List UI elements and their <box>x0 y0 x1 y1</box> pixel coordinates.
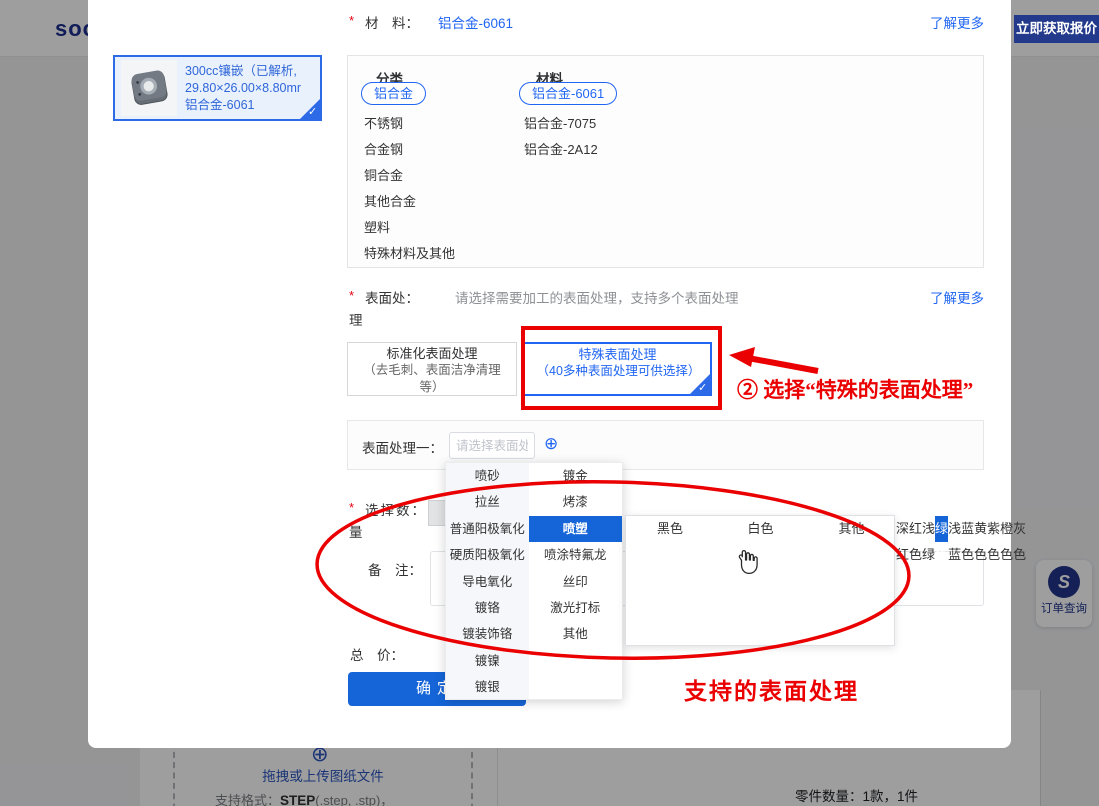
special-surface-subtitle: （40多种表面处理可供选择） <box>537 363 699 380</box>
material-picker-panel: 分类 材料 铝合金 不锈钢 合金钢 铜合金 其他合金 塑料 特殊材料及其他 铝合… <box>347 55 984 268</box>
color-option[interactable]: 白色 <box>714 516 807 542</box>
color-option[interactable]: 深红 <box>896 516 909 542</box>
color-option[interactable]: 红色 <box>909 516 922 542</box>
special-surface-title: 特殊表面处理 <box>525 346 710 363</box>
treatment-option[interactable]: 普通阳极氧化 <box>446 516 529 542</box>
remark-label: 备 注： <box>368 559 422 579</box>
color-option[interactable]: 浅绿 <box>922 516 935 542</box>
surface-label-line1: 表面处： <box>365 287 419 307</box>
treatment-option[interactable]: 镀银 <box>446 674 529 700</box>
part-info: 300cc镶嵌（已解析, 29.80×26.00×8.80mr 铝合金-6061 <box>185 63 301 114</box>
part-dimensions: 29.80×26.00×8.80mr <box>185 80 301 97</box>
category-option[interactable]: 塑料 <box>364 217 390 236</box>
category-option[interactable]: 铜合金 <box>364 165 403 184</box>
part-config-modal: 300cc镶嵌（已解析, 29.80×26.00×8.80mr 铝合金-6061… <box>88 0 1011 748</box>
color-option[interactable]: 其他 <box>807 516 896 542</box>
total-price-label: 总 价： <box>350 644 404 664</box>
treatment-option[interactable]: 硬质阳极氧化 <box>446 542 529 568</box>
quantity-label-line1: 选择数： <box>365 499 427 519</box>
treatment-option[interactable]: 镀装饰铬 <box>446 621 529 647</box>
material-learn-more-link[interactable]: 了解更多 <box>930 12 984 32</box>
treatment-option[interactable]: 导电氧化 <box>446 569 529 595</box>
material-option[interactable]: 铝合金-7075 <box>524 113 596 132</box>
special-surface-card[interactable]: 特殊表面处理 （40多种表面处理可供选择） ✓ <box>523 342 712 396</box>
color-option[interactable]: 黄色 <box>974 516 987 542</box>
treatment-option[interactable]: 其他 <box>529 621 622 647</box>
treatment-option[interactable]: 镀镍 <box>446 648 529 674</box>
part-material: 铝合金-6061 <box>185 97 301 114</box>
required-asterisk: * <box>349 500 354 515</box>
treatment-dropdown: 喷砂 拉丝 普通阳极氧化 硬质阳极氧化 导电氧化 镀铬 镀装饰铬 镀镍 镀银 镀… <box>445 462 623 700</box>
color-option[interactable]: 紫色 <box>987 516 1000 542</box>
surface-label-line2: 理 <box>349 309 363 329</box>
screen: soo ⊕ 拖拽或上传图纸文件 支持格式：STEP(.step, .stp)， … <box>0 0 1099 806</box>
color-option[interactable]: 黑色 <box>626 516 714 542</box>
material-option-selected[interactable]: 铝合金-6061 <box>519 82 617 105</box>
mouse-cursor-icon <box>735 548 761 579</box>
color-picker-panel: 黑色 白色 其他 深红 红色 浅绿 绿色 浅蓝 蓝色 黄色 紫色 橙色 灰色 <box>625 515 895 646</box>
get-quote-button[interactable]: 立即获取报价 <box>1014 15 1099 43</box>
add-treatment-icon[interactable]: ⊕ <box>544 434 558 454</box>
treatment-option[interactable]: 拉丝 <box>446 489 529 515</box>
selected-check-icon: ✓ <box>299 98 321 120</box>
selected-check-icon: ✓ <box>689 373 711 395</box>
color-option[interactable]: 蓝色 <box>961 516 974 542</box>
required-asterisk: * <box>349 288 354 303</box>
color-option[interactable]: 浅蓝 <box>948 516 961 542</box>
part-card[interactable]: 300cc镶嵌（已解析, 29.80×26.00×8.80mr 铝合金-6061… <box>113 55 322 121</box>
treatment-option[interactable]: 烤漆 <box>529 489 622 515</box>
treatment-option[interactable]: 镀金 <box>529 463 622 489</box>
category-option[interactable]: 合金钢 <box>364 139 403 158</box>
treatment-option[interactable]: 镀铬 <box>446 595 529 621</box>
color-option[interactable]: 橙色 <box>1000 516 1013 542</box>
category-option[interactable]: 不锈钢 <box>364 113 403 132</box>
color-option-selected[interactable]: 绿色 <box>935 516 948 542</box>
surface-learn-more-link[interactable]: 了解更多 <box>930 287 984 307</box>
treatment-option[interactable]: 喷涂特氟龙 <box>529 542 622 568</box>
quantity-label-line2: 量 <box>349 521 363 541</box>
standard-surface-subtitle: （去毛刺、表面洁净清理等） <box>356 362 508 396</box>
category-option[interactable]: 其他合金 <box>364 191 416 210</box>
standard-surface-card[interactable]: 标准化表面处理 （去毛刺、表面洁净清理等） <box>347 342 517 396</box>
treatment-option[interactable]: 激光打标 <box>529 595 622 621</box>
material-value: 铝合金-6061 <box>438 12 513 32</box>
treatment-dropdown-column1: 喷砂 拉丝 普通阳极氧化 硬质阳极氧化 导电氧化 镀铬 镀装饰铬 镀镍 镀银 <box>446 463 529 699</box>
material-label: 材 料： <box>365 12 419 32</box>
material-option[interactable]: 铝合金-2A12 <box>524 139 598 158</box>
color-option[interactable]: 灰色 <box>1013 516 1026 542</box>
required-asterisk: * <box>349 13 354 28</box>
treatment-dropdown-column2: 镀金 烤漆 喷塑 喷涂特氟龙 丝印 激光打标 其他 <box>529 463 622 699</box>
treatment-one-panel: 表面处理一： ⊕ <box>347 420 984 470</box>
part-name: 300cc镶嵌（已解析, <box>185 63 301 80</box>
part-thumbnail <box>121 60 177 116</box>
surface-hint: 请选择需要加工的表面处理，支持多个表面处理 <box>455 287 739 307</box>
treatment-option[interactable]: 丝印 <box>529 569 622 595</box>
treatment-one-input[interactable] <box>449 432 535 459</box>
treatment-option[interactable]: 喷砂 <box>446 463 529 489</box>
treatment-option-selected[interactable]: 喷塑 <box>529 516 622 542</box>
standard-surface-title: 标准化表面处理 <box>348 345 516 362</box>
treatment-one-label: 表面处理一： <box>362 437 443 457</box>
category-option-selected[interactable]: 铝合金 <box>361 82 426 105</box>
category-option[interactable]: 特殊材料及其他 <box>364 243 455 262</box>
